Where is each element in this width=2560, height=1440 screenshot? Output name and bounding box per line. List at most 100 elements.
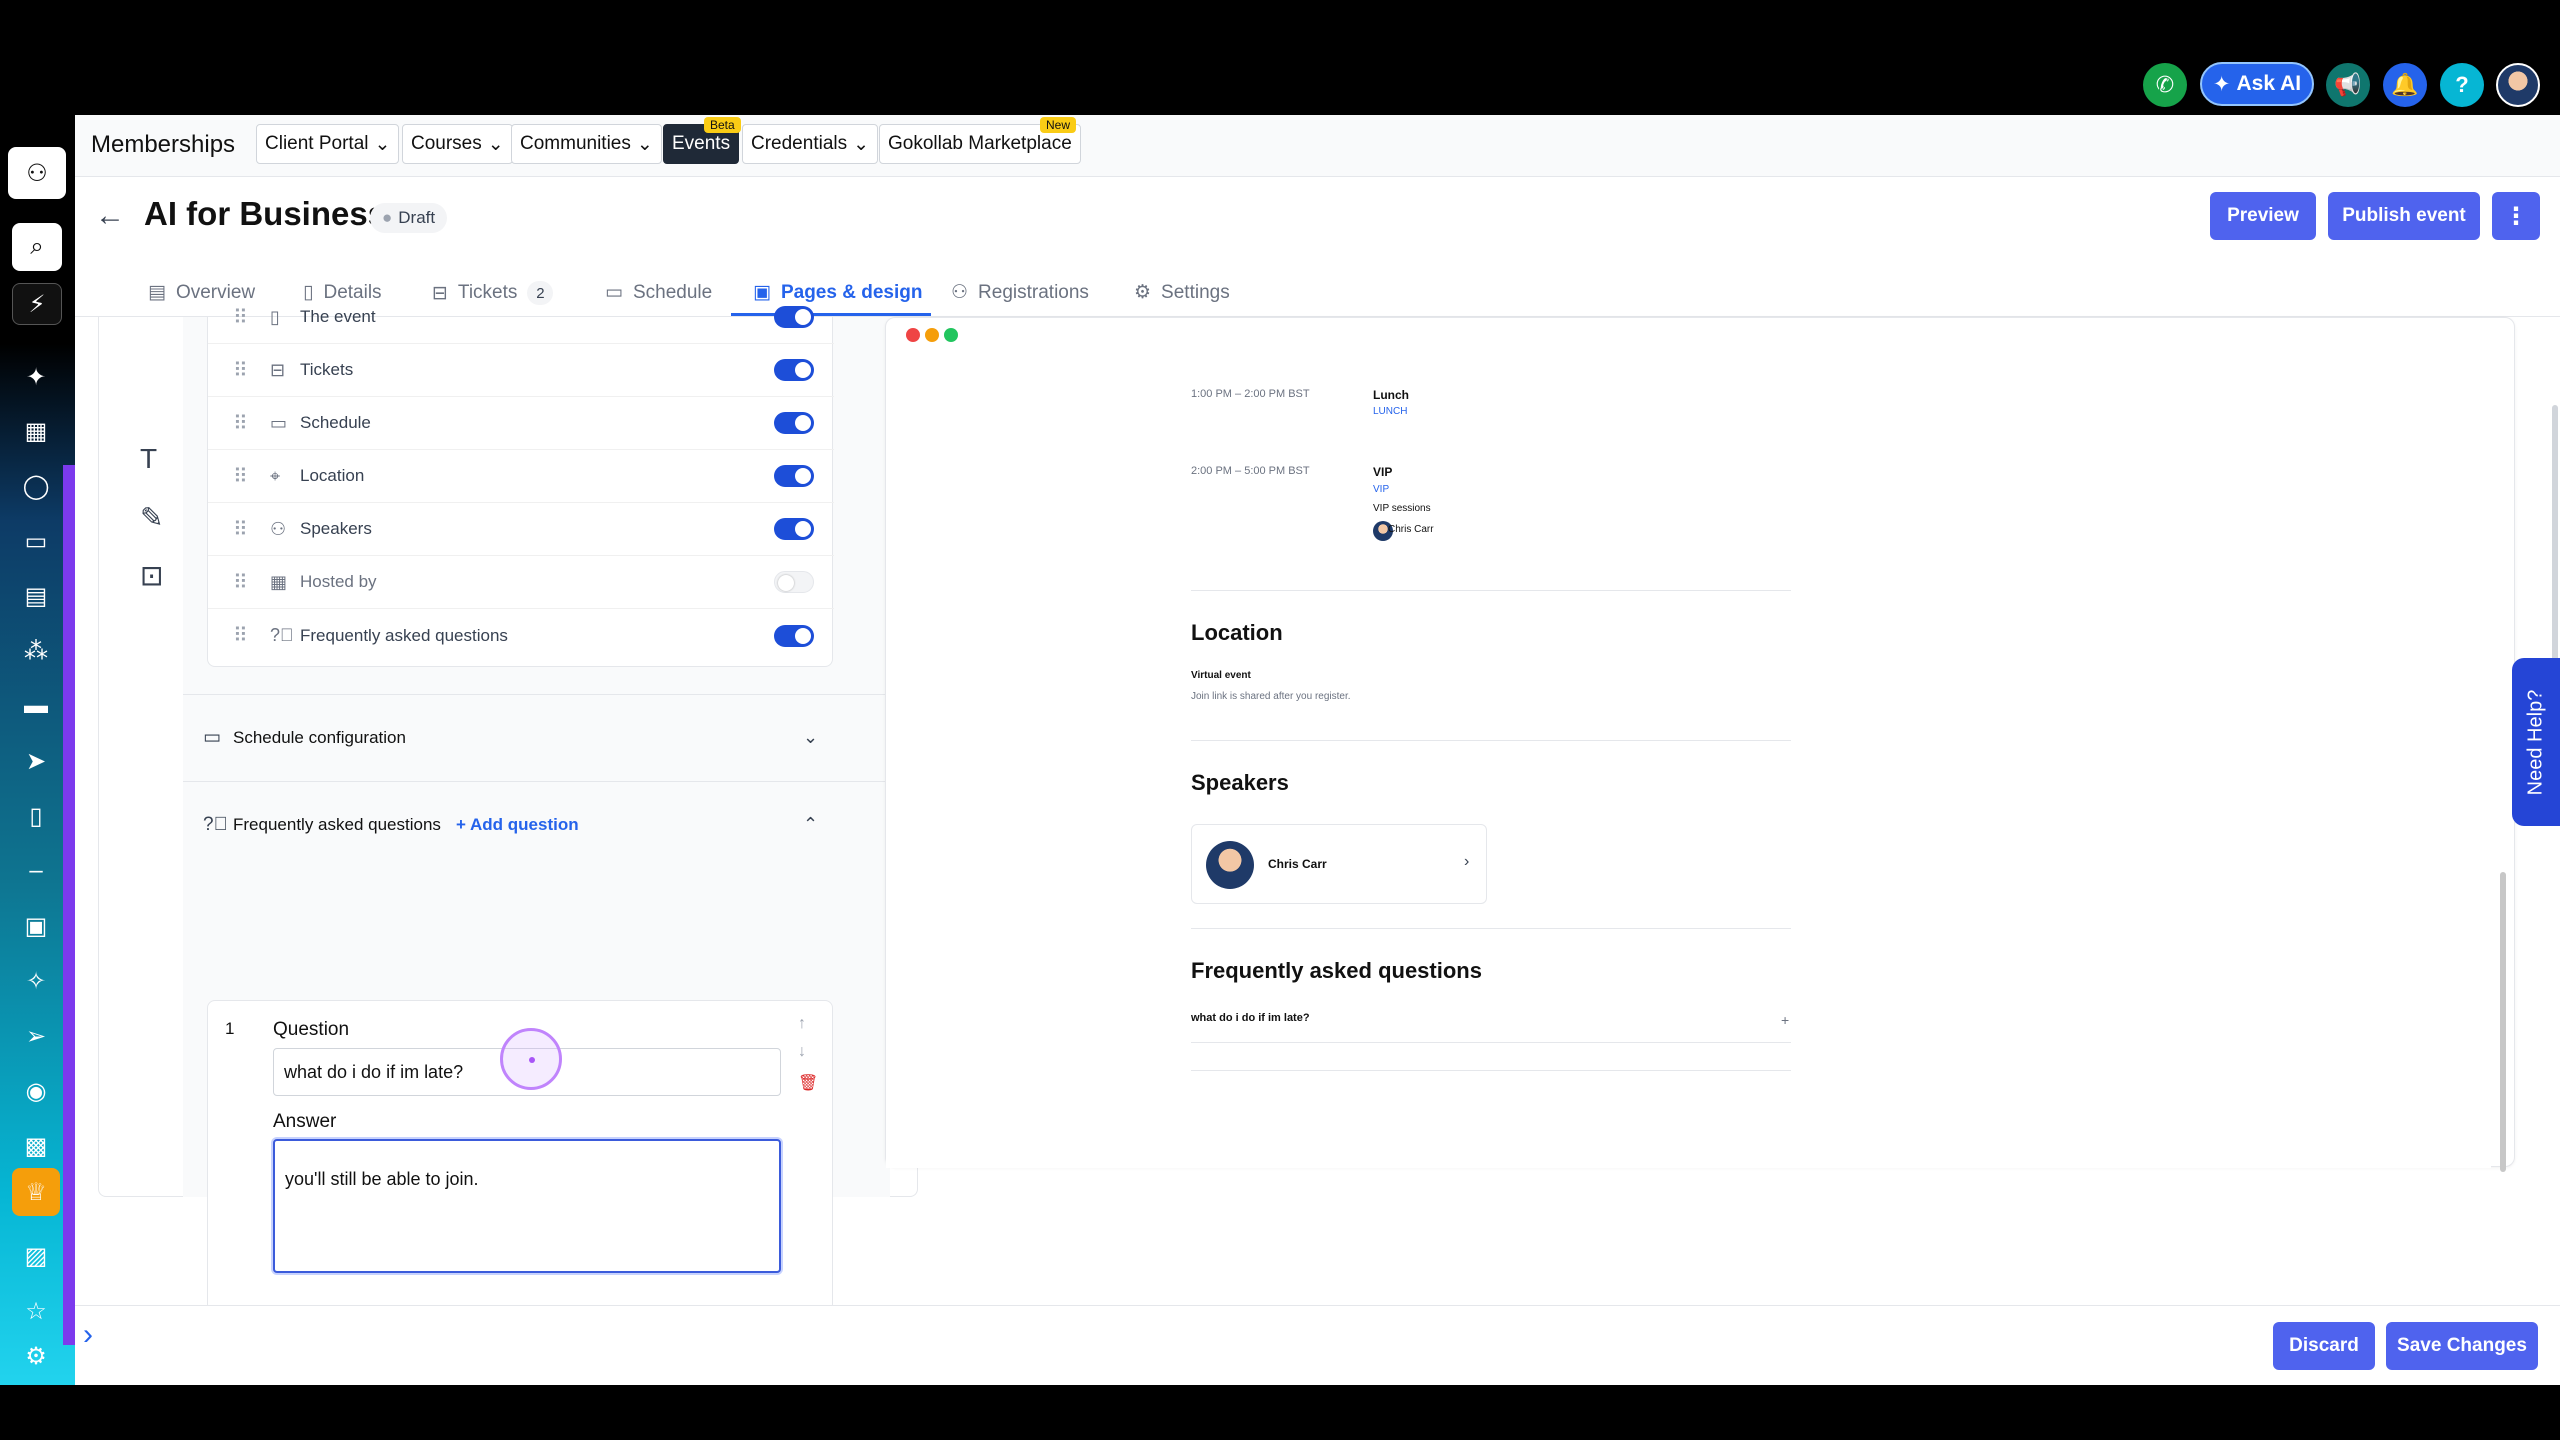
preview-button[interactable]: Preview — [2210, 192, 2316, 240]
page-title: AI for Business — [144, 195, 387, 232]
user-avatar[interactable] — [2496, 63, 2540, 107]
session-description: VIP sessions — [1373, 503, 1431, 514]
discard-button[interactable]: Discard — [2273, 1322, 2375, 1370]
building-icon: ▦ — [270, 571, 288, 592]
faq-accordion[interactable]: ?⃝ Frequently asked questions + Add ques… — [183, 781, 890, 867]
sites-icon[interactable]: ▩ — [18, 1128, 54, 1164]
chat-icon[interactable]: ◯ — [18, 468, 54, 504]
divider — [1191, 1070, 1791, 1071]
embed-tool-icon[interactable]: ⊡ — [140, 559, 163, 592]
move-up-icon[interactable]: ↑ — [798, 1015, 806, 1033]
section-label: Frequently asked questions — [300, 625, 508, 645]
ai-sparkle-icon[interactable]: ✦ — [18, 359, 54, 395]
speakers-heading: Speakers — [1191, 770, 1289, 795]
section-toggle[interactable] — [774, 518, 814, 540]
brush-tool-icon[interactable]: ✎ — [140, 501, 163, 534]
section-toggle[interactable] — [774, 571, 814, 593]
sidebar: ⚇ ⌕ ⚡ ✦ ▦ ◯ ▭ ▤ ⁂ ▬ ➤ ▯ – ▣ ✧ ➢ ◉ ▩ ♕ ▨ … — [0, 115, 75, 1385]
nav-marketplace[interactable]: Gokollab Marketplace New — [879, 117, 1081, 164]
publish-event-button[interactable]: Publish event — [2328, 192, 2480, 240]
faq-heading: Frequently asked questions — [1191, 958, 1482, 983]
section-row-speakers[interactable]: ⠿ ⚇ Speakers — [208, 503, 834, 556]
question-circle-icon: ?⃝ — [203, 813, 228, 835]
chevron-down-icon: ⌄ — [636, 133, 653, 155]
section-row-schedule[interactable]: ⠿ ▭ Schedule — [208, 397, 834, 450]
reviews-icon[interactable]: ▣ — [18, 908, 54, 944]
drag-handle-icon[interactable]: ⠿ — [233, 623, 248, 648]
nav-communities[interactable]: Communities ⌄ — [511, 124, 662, 164]
lightning-icon[interactable]: ⚡ — [12, 283, 62, 325]
workflow-icon[interactable]: ⁂ — [18, 633, 54, 669]
section-row-the-event[interactable]: ⠿ ▯ The event — [208, 291, 834, 344]
faq-question-preview[interactable]: what do i do if im late? — [1191, 1012, 1310, 1024]
search-icon[interactable]: ⌕ — [12, 223, 62, 271]
section-toggle[interactable] — [774, 359, 814, 381]
more-options-button[interactable]: ⋮ — [2492, 192, 2540, 240]
drag-handle-icon[interactable]: ⠿ — [233, 305, 248, 330]
drag-handle-icon[interactable]: ⠿ — [233, 517, 248, 542]
tab-settings[interactable]: ⚙ Settings — [1134, 281, 1230, 304]
star-icon[interactable]: ☆ — [18, 1293, 54, 1329]
expand-plus-icon[interactable]: + — [1781, 1012, 1789, 1028]
drag-handle-icon[interactable]: ⠿ — [233, 411, 248, 436]
calendar-icon: ▭ — [270, 412, 288, 433]
save-changes-button[interactable]: Save Changes — [2386, 1322, 2538, 1370]
bell-icon[interactable]: 🔔 — [2383, 63, 2427, 107]
marketing-icon[interactable]: ➤ — [18, 743, 54, 779]
footer-bar: › Discard Save Changes — [75, 1305, 2560, 1385]
nav-courses[interactable]: Courses ⌄ — [402, 124, 513, 164]
contacts-icon[interactable]: ▤ — [18, 578, 54, 614]
status-text: Draft — [398, 208, 436, 227]
schedule-configuration-accordion[interactable]: ▭ Schedule configuration ⌄ — [183, 694, 890, 780]
memberships-subnav: Memberships Client Portal ⌄ Courses ⌄ Comm… — [75, 115, 2560, 177]
account-switcher-icon[interactable]: ⚇ — [8, 147, 66, 199]
help-icon[interactable]: ? — [2440, 63, 2484, 107]
section-toggle[interactable] — [774, 412, 814, 434]
text-tool-icon[interactable]: T — [140, 443, 157, 475]
preview-scroll-thumb[interactable] — [2500, 872, 2506, 1172]
automation-icon[interactable]: ✧ — [18, 963, 54, 999]
calendar-icon[interactable]: ▭ — [18, 523, 54, 559]
media-icon[interactable]: ◉ — [18, 1073, 54, 1109]
section-row-location[interactable]: ⠿ ⌖ Location — [208, 450, 834, 503]
section-row-tickets[interactable]: ⠿ ⊟ Tickets — [208, 344, 834, 397]
memberships-icon[interactable]: ♕ — [12, 1168, 60, 1216]
gear-icon: ⚙ — [1134, 282, 1152, 303]
divider-icon: – — [29, 857, 43, 884]
new-tag: New — [1040, 117, 1077, 133]
tab-registrations[interactable]: ⚇ Registrations — [951, 281, 1089, 304]
need-help-tab[interactable]: Need Help? — [2512, 658, 2560, 826]
back-arrow-icon[interactable]: ← — [95, 199, 125, 233]
payments-icon[interactable]: ▬ — [18, 688, 54, 724]
top-bar: ✆ ✦ Ask AI 📢 🔔 ? — [0, 0, 2560, 115]
preview-scrollbar[interactable] — [2498, 352, 2508, 1172]
send-icon[interactable]: ➢ — [18, 1018, 54, 1054]
nav-events[interactable]: Events Beta — [663, 117, 741, 164]
gallery-icon[interactable]: ▨ — [18, 1238, 54, 1274]
drag-handle-icon[interactable]: ⠿ — [233, 570, 248, 595]
drag-handle-icon[interactable]: ⠿ — [233, 464, 248, 489]
beta-tag: Beta — [704, 117, 741, 133]
section-row-hosted-by[interactable]: ⠿ ▦ Hosted by — [208, 556, 834, 609]
dashboard-icon[interactable]: ▦ — [18, 413, 54, 449]
answer-textarea[interactable]: you'll still be able to join. — [273, 1139, 781, 1273]
settings-icon[interactable]: ⚙ — [18, 1338, 54, 1374]
drag-handle-icon[interactable]: ⠿ — [233, 358, 248, 383]
nav-client-portal[interactable]: Client Portal ⌄ — [256, 124, 400, 164]
section-toggle[interactable] — [774, 465, 814, 487]
trash-icon[interactable]: 🗑 — [798, 1073, 818, 1093]
add-question-button[interactable]: + Add question — [456, 815, 579, 835]
phone-icon[interactable]: ✆ — [2143, 63, 2187, 107]
section-toggle[interactable] — [774, 624, 814, 647]
section-toggle[interactable] — [774, 306, 814, 328]
session-tag: VIP — [1373, 484, 1390, 495]
nav-credentials[interactable]: Credentials ⌄ — [742, 124, 879, 164]
megaphone-icon[interactable]: 📢 — [2326, 63, 2370, 107]
move-down-icon[interactable]: ↓ — [798, 1043, 806, 1061]
reporting-icon[interactable]: ▯ — [18, 798, 54, 834]
ask-ai-button[interactable]: ✦ Ask AI — [2200, 62, 2314, 106]
expand-sidebar-icon[interactable]: › — [83, 1318, 93, 1352]
speaker-card[interactable]: Chris Carr › — [1191, 824, 1487, 904]
section-row-faq[interactable]: ⠿ ?⃝ Frequently asked questions — [208, 609, 834, 662]
divider — [1191, 928, 1791, 929]
